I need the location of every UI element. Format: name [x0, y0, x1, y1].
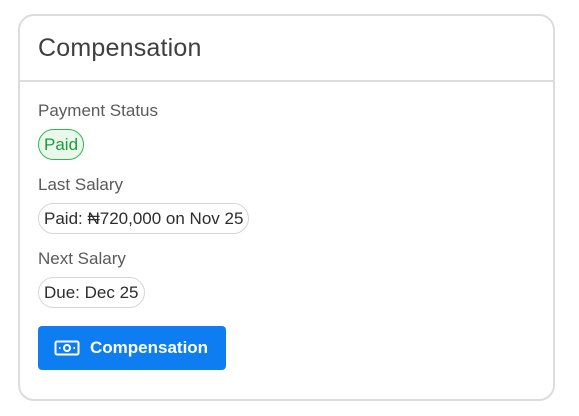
last-salary-value: Paid: ₦720,000 on Nov 25: [38, 203, 250, 234]
card-body: Payment Status Paid Last Salary Paid: ₦7…: [20, 82, 553, 370]
card-header: Compensation: [20, 16, 553, 82]
compensation-card: Compensation Payment Status Paid Last Sa…: [18, 14, 555, 401]
payment-status-group: Payment Status Paid: [38, 100, 535, 160]
compensation-button-label: Compensation: [90, 338, 209, 357]
next-salary-group: Next Salary Due: Dec 25: [38, 248, 535, 308]
payment-status-badge: Paid: [38, 129, 85, 160]
payment-status-label: Payment Status: [38, 101, 159, 120]
card-title: Compensation: [38, 33, 202, 62]
last-salary-label: Last Salary: [38, 175, 124, 194]
next-salary-label: Next Salary: [38, 249, 126, 268]
next-salary-value: Due: Dec 25: [38, 277, 145, 308]
money-icon: [54, 340, 80, 356]
compensation-button[interactable]: Compensation: [38, 326, 227, 370]
last-salary-group: Last Salary Paid: ₦720,000 on Nov 25: [38, 174, 535, 234]
